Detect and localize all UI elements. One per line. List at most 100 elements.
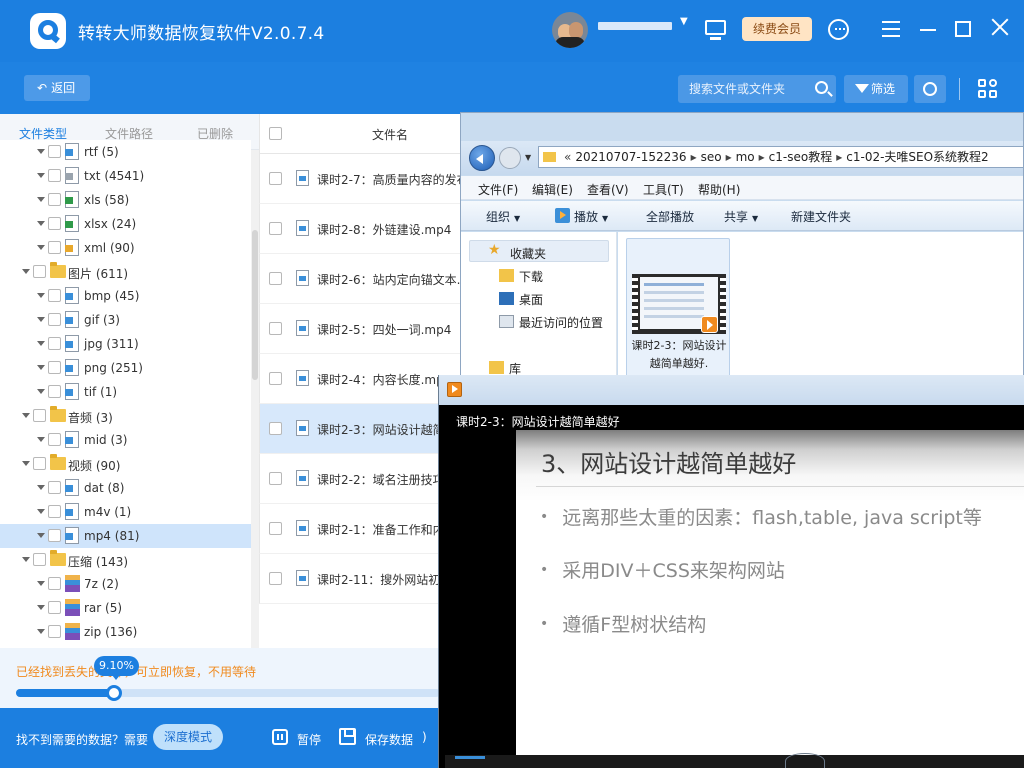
row-checkbox[interactable] <box>269 222 282 235</box>
breadcrumb-segment[interactable]: 20210707-152236 <box>575 150 686 164</box>
new-folder-button[interactable]: 新建文件夹 <box>791 208 851 225</box>
expand-caret-icon[interactable] <box>37 197 45 202</box>
expand-caret-icon[interactable] <box>22 269 30 274</box>
tree-item[interactable]: 音频 (3) <box>0 404 251 428</box>
video-thumbnail[interactable]: 课时2-3：网站设计越简单越好. <box>626 238 730 381</box>
tree-checkbox[interactable] <box>33 457 46 470</box>
tree-item[interactable]: xls (58) <box>0 188 251 212</box>
tree-item[interactable]: 7z (2) <box>0 572 251 596</box>
file-row[interactable]: 课时2-6：站内定向锚文本.mp4 <box>259 254 461 304</box>
expand-caret-icon[interactable] <box>37 437 45 442</box>
menu-view[interactable]: 查看(V) <box>587 181 629 198</box>
expand-caret-icon[interactable] <box>37 533 45 538</box>
pause-button[interactable]: 暂停 <box>297 731 321 748</box>
preview-toggle-button[interactable] <box>914 75 946 103</box>
search-input[interactable]: 搜索文件或文件夹 <box>678 75 836 103</box>
expand-caret-icon[interactable] <box>37 341 45 346</box>
tree-item[interactable]: mp4 (81) <box>0 524 251 548</box>
maximize-icon[interactable] <box>955 21 971 37</box>
save-icon[interactable] <box>339 728 356 745</box>
tree-item[interactable]: zip (136) <box>0 620 251 644</box>
tree-checkbox[interactable] <box>48 505 61 518</box>
file-row[interactable]: 课时2-11：搜外网站初.mp4 <box>259 554 461 604</box>
file-row[interactable]: 课时2-5：四处一词.mp4 <box>259 304 461 354</box>
expand-caret-icon[interactable] <box>22 413 30 418</box>
tree-checkbox[interactable] <box>48 385 61 398</box>
organize-button[interactable]: 组织 ▼ <box>486 208 520 225</box>
video-frame[interactable]: 3、网站设计越简单越好 • 远离那些太重的因素：flash,table, java… <box>516 430 1024 755</box>
tree-checkbox[interactable] <box>48 433 61 446</box>
play-all-button[interactable]: 全部播放 <box>646 208 694 225</box>
row-checkbox[interactable] <box>269 372 282 385</box>
scrollbar-thumb[interactable] <box>252 230 258 380</box>
close-icon[interactable] <box>990 17 1010 37</box>
expand-caret-icon[interactable] <box>37 485 45 490</box>
pause-icon[interactable] <box>272 729 288 745</box>
share-button[interactable]: 共享 ▼ <box>724 208 758 225</box>
tree-item[interactable]: tif (1) <box>0 380 251 404</box>
tree-item[interactable]: bmp (45) <box>0 284 251 308</box>
tree-checkbox[interactable] <box>48 241 61 254</box>
search-icon[interactable] <box>815 81 828 94</box>
tree-checkbox[interactable] <box>48 289 61 302</box>
file-row[interactable]: 课时2-8：外链建设.mp4 <box>259 204 461 254</box>
menu-help[interactable]: 帮助(H) <box>698 181 740 198</box>
tree-item[interactable]: mid (3) <box>0 428 251 452</box>
tree-checkbox[interactable] <box>48 601 61 614</box>
tree-checkbox[interactable] <box>48 145 61 158</box>
avatar[interactable] <box>552 12 588 48</box>
breadcrumb-segment[interactable]: c1-02-夫唯SEO系统教程2 <box>846 150 988 164</box>
select-all-checkbox[interactable] <box>269 127 282 140</box>
menu-file[interactable]: 文件(F) <box>478 181 518 198</box>
tree-checkbox[interactable] <box>48 529 61 542</box>
expand-caret-icon[interactable] <box>37 389 45 394</box>
row-checkbox[interactable] <box>269 172 282 185</box>
nav-downloads[interactable]: 下载 <box>499 268 543 285</box>
nav-favorites[interactable]: ★ 收藏夹 <box>488 242 546 262</box>
row-checkbox[interactable] <box>269 422 282 435</box>
chevron-down-icon[interactable]: ▼ <box>680 16 688 27</box>
grid-view-icon[interactable] <box>978 79 998 99</box>
minimize-icon[interactable] <box>920 29 936 31</box>
expand-caret-icon[interactable] <box>22 461 30 466</box>
file-row[interactable]: 课时2-2：域名注册技巧.mp4 <box>259 454 461 504</box>
tree-checkbox[interactable] <box>33 553 46 566</box>
expand-caret-icon[interactable] <box>37 245 45 250</box>
play-button[interactable]: 播放 ▼ <box>574 208 608 225</box>
seek-bar[interactable] <box>455 756 485 759</box>
file-row[interactable]: 课时2-3：网站设计越简单越好.mp4 <box>259 404 461 454</box>
tree-item[interactable]: rar (5) <box>0 596 251 620</box>
menu-icon[interactable] <box>882 21 900 37</box>
breadcrumb-segment[interactable]: c1-seo教程 <box>769 150 833 164</box>
address-bar[interactable]: «20210707-152236 ▸ seo ▸ mo ▸ c1-seo教程 ▸ c1-02-夫… <box>538 146 1023 168</box>
username-redacted[interactable] <box>598 22 672 30</box>
tree-item[interactable]: png (251) <box>0 356 251 380</box>
play-control-knob[interactable] <box>785 753 825 768</box>
tree-checkbox[interactable] <box>48 481 61 494</box>
tree-checkbox[interactable] <box>48 217 61 230</box>
file-row[interactable]: 课时2-4：内容长度.mp4 <box>259 354 461 404</box>
tree-item[interactable]: 图片 (611) <box>0 260 251 284</box>
tree-checkbox[interactable] <box>48 337 61 350</box>
tree-item[interactable]: jpg (311) <box>0 332 251 356</box>
tree-checkbox[interactable] <box>48 313 61 326</box>
deep-mode-button[interactable]: 深度模式 <box>153 724 223 750</box>
tree-item[interactable]: gif (3) <box>0 308 251 332</box>
back-button[interactable]: ↶ 返回 <box>24 75 90 101</box>
expand-caret-icon[interactable] <box>37 581 45 586</box>
expand-caret-icon[interactable] <box>37 149 45 154</box>
save-data-button[interactable]: 保存数据 <box>365 731 413 748</box>
tree-checkbox[interactable] <box>33 265 46 278</box>
chevron-down-icon[interactable]: ▼ <box>525 153 531 162</box>
monitor-icon[interactable] <box>705 20 726 40</box>
back-icon[interactable] <box>469 145 495 171</box>
tree-item[interactable]: rtf (5) <box>0 140 251 164</box>
tree-checkbox[interactable] <box>48 577 61 590</box>
tree-item[interactable]: 压缩 (143) <box>0 548 251 572</box>
expand-caret-icon[interactable] <box>37 173 45 178</box>
breadcrumb-segment[interactable]: mo <box>736 150 755 164</box>
menu-edit[interactable]: 编辑(E) <box>532 181 573 198</box>
expand-caret-icon[interactable] <box>37 605 45 610</box>
row-checkbox[interactable] <box>269 322 282 335</box>
tree-item[interactable]: txt (4541) <box>0 164 251 188</box>
